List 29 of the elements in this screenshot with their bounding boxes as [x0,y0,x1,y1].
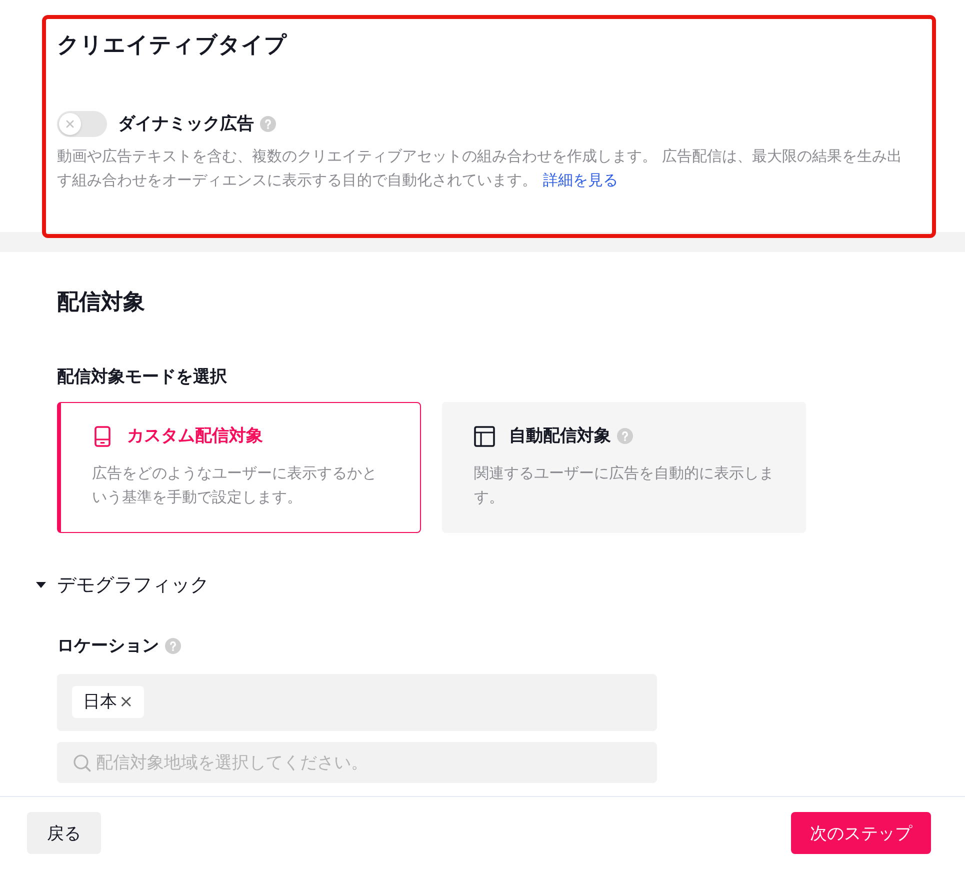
search-icon [73,754,91,772]
mode-card[interactable]: 自動配信対象 関連するユーザーに広告を自動的に表示します。 [442,402,806,533]
help-icon[interactable] [617,428,633,444]
layout-icon [474,426,495,446]
mode-title: 自動配信対象 [509,425,611,448]
mode-card[interactable]: カスタム配信対象 広告をどのようなユーザーに表示するかという基準を手動で設定します。 [57,402,421,533]
help-icon[interactable] [260,116,276,132]
back-button[interactable]: 戻る [27,812,101,854]
knob-cross-icon [59,113,81,135]
tablet-icon [92,426,113,446]
field-label: ロケーション [57,635,159,658]
location-field[interactable]: 日本× [57,674,657,731]
tag-label: 日本 [83,691,117,714]
next-button[interactable]: 次のステップ [791,812,931,854]
description: 動画や広告テキストを含む、複数のクリエイティブアセットの組み合わせを作成します。 広告配信は、最大限の結果を生み出す組み合わせをオーディエンスに表示する目的で自動化されています。 詳細を見る [57,146,903,191]
mode-description: 関連するユーザーに広告を自動的に表示します。 [474,463,775,508]
help-icon[interactable] [165,638,181,654]
mode-description: 広告をどのようなユーザーに表示するかという基準を手動で設定します。 [92,463,378,508]
remove-button[interactable]: × [117,686,134,718]
toggle-label: ダイナミック広告 [118,113,254,136]
search-field[interactable]: 配信対象地域を選択してください。 [57,742,657,783]
mode-title: カスタム配信対象 [127,425,263,448]
field-label: 配信対象モードを選択 [57,366,228,389]
details-link[interactable]: 詳細を見る [543,171,618,189]
demographics-toggle[interactable]: デモグラフィック [36,572,209,598]
section-title: クリエイティブタイプ [57,32,288,60]
caret-icon [36,582,46,588]
toggle-switch[interactable] [57,111,107,137]
section-title: 配信対象 [57,288,146,317]
